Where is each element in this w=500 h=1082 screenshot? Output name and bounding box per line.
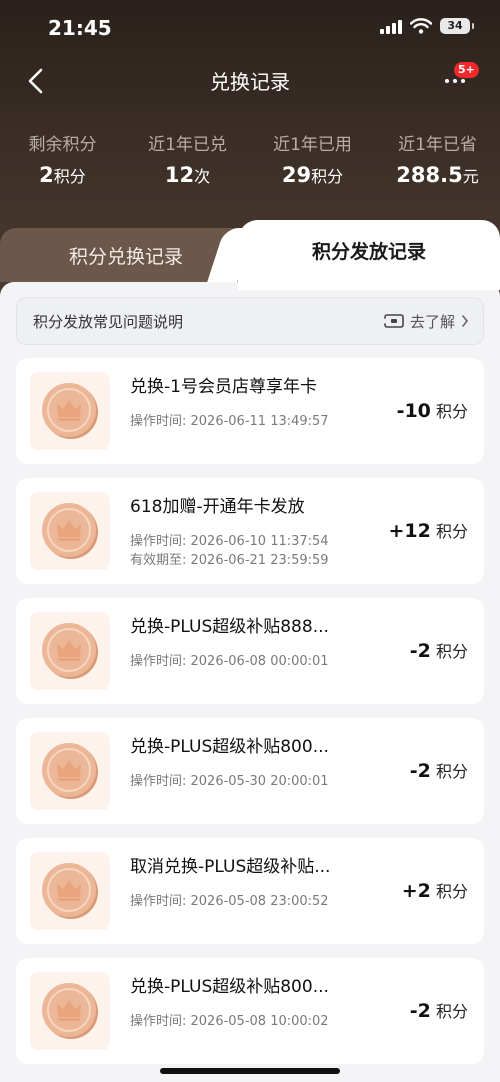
coin-thumbnail xyxy=(30,372,110,450)
record-time: 操作时间: 2026-06-08 00:00:01 xyxy=(130,654,329,669)
coin-thumbnail xyxy=(30,732,110,810)
record-item[interactable]: 兑换-1号会员店尊享年卡 操作时间: 2026-06-11 13:49:57 -… xyxy=(16,358,484,464)
record-item[interactable]: 618加赠-开通年卡发放 操作时间: 2026-06-10 11:37:54 有… xyxy=(16,478,484,584)
coin-thumbnail xyxy=(30,492,110,570)
ticket-icon xyxy=(383,314,404,328)
status-bar: 21:45 34 xyxy=(0,0,500,56)
record-time: 操作时间: 2026-06-10 11:37:54 xyxy=(130,534,329,549)
record-amount: -2 积分 xyxy=(409,640,468,662)
tab-label: 积分发放记录 xyxy=(311,240,426,263)
faq-banner[interactable]: 积分发放常见问题说明 去了解 xyxy=(16,297,484,345)
page-title: 兑换记录 xyxy=(210,70,290,94)
stat-label: 近1年已兑 xyxy=(148,135,227,155)
stat-value: 29积分 xyxy=(281,163,344,187)
crown-coin-icon xyxy=(40,861,100,921)
stat-label: 剩余积分 xyxy=(28,135,97,155)
record-amount: -2 积分 xyxy=(409,1000,468,1022)
coin-thumbnail xyxy=(30,612,110,690)
tab-issuance-records[interactable]: 积分发放记录 xyxy=(238,220,500,290)
record-title: 取消兑换-PLUS超级补贴... xyxy=(130,857,331,877)
notification-badge: 5+ xyxy=(454,62,479,78)
record-amount: +2 积分 xyxy=(401,880,468,902)
record-item[interactable]: 兑换-PLUS超级补贴800... 操作时间: 2026-05-30 20:00… xyxy=(16,718,484,824)
stat-money-saved: 近1年已省 288.5元 xyxy=(375,130,500,187)
record-item[interactable]: 兑换-PLUS超级补贴800... 操作时间: 2026-05-08 10:00… xyxy=(16,958,484,1064)
record-time: 操作时间: 2026-05-30 20:00:01 xyxy=(130,774,329,789)
stat-value: 288.5元 xyxy=(396,163,479,187)
stat-value: 2积分 xyxy=(39,163,86,187)
points-summary: 剩余积分 2积分 近1年已兑 12次 近1年已用 29积分 近1年已省 288.… xyxy=(0,130,500,187)
crown-coin-icon xyxy=(40,981,100,1041)
record-expiry: 有效期至: 2026-06-21 23:59:59 xyxy=(130,553,329,568)
record-title: 兑换-PLUS超级补贴800... xyxy=(130,737,329,757)
record-title: 兑换-PLUS超级补贴800... xyxy=(130,977,329,997)
battery-icon: 34 xyxy=(440,18,474,34)
crown-coin-icon xyxy=(40,741,100,801)
faq-text: 积分发放常见问题说明 xyxy=(33,312,184,331)
crown-coin-icon xyxy=(40,621,100,681)
record-title: 618加赠-开通年卡发放 xyxy=(130,497,305,517)
record-title: 兑换-1号会员店尊享年卡 xyxy=(130,377,317,397)
record-time: 操作时间: 2026-05-08 23:00:52 xyxy=(130,894,329,909)
record-time: 操作时间: 2026-06-11 13:49:57 xyxy=(130,414,329,429)
chevron-right-icon xyxy=(462,315,469,327)
record-amount: +12 积分 xyxy=(388,520,468,542)
crown-coin-icon xyxy=(40,381,100,441)
record-amount: -2 积分 xyxy=(409,760,468,782)
home-indicator xyxy=(160,1068,340,1074)
stat-label: 近1年已省 xyxy=(398,135,477,155)
stat-label: 近1年已用 xyxy=(273,135,352,155)
stat-remaining-points: 剩余积分 2积分 xyxy=(0,130,125,187)
record-item[interactable]: 取消兑换-PLUS超级补贴... 操作时间: 2026-05-08 23:00:… xyxy=(16,838,484,944)
record-title: 兑换-PLUS超级补贴888... xyxy=(130,617,329,637)
coin-thumbnail xyxy=(30,852,110,930)
status-icons: 34 xyxy=(380,18,474,34)
faq-link-label: 去了解 xyxy=(409,312,455,331)
stat-value: 12次 xyxy=(164,163,211,187)
crown-coin-icon xyxy=(40,501,100,561)
status-time: 21:45 xyxy=(48,16,112,40)
record-amount: -10 积分 xyxy=(396,400,468,422)
faq-learn-more[interactable]: 去了解 xyxy=(383,311,469,332)
stat-redeemed-count: 近1年已兑 12次 xyxy=(125,130,250,187)
record-item[interactable]: 兑换-PLUS超级补贴888... 操作时间: 2026-06-08 00:00… xyxy=(16,598,484,704)
signal-icon xyxy=(380,18,402,34)
record-time: 操作时间: 2026-05-08 10:00:02 xyxy=(130,1014,329,1029)
wifi-icon xyxy=(410,18,432,34)
coin-thumbnail xyxy=(30,972,110,1050)
stat-points-used: 近1年已用 29积分 xyxy=(250,130,375,187)
